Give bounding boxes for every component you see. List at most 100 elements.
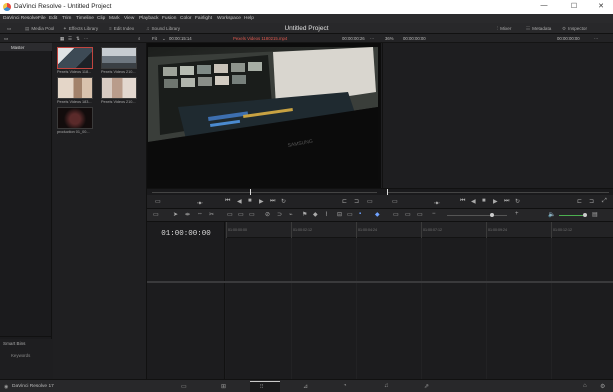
insert-clip-icon[interactable]: ▭ bbox=[227, 211, 233, 218]
source-scrub-bar[interactable] bbox=[152, 192, 377, 193]
volume-slider-handle[interactable] bbox=[583, 213, 587, 217]
menu-fairlight[interactable]: Fairlight bbox=[195, 16, 212, 21]
reset-icon[interactable]: ▭ bbox=[347, 211, 353, 218]
bin-master[interactable]: Master bbox=[0, 43, 52, 51]
fullscreen-icon[interactable]: ⤢ bbox=[602, 198, 607, 205]
jog-left-icon[interactable]: ‹◆› bbox=[197, 200, 203, 205]
menu-trim[interactable]: Trim bbox=[62, 16, 71, 21]
menu-davinci[interactable]: DaVinci Resolve bbox=[3, 16, 38, 21]
zoom-in-icon[interactable]: + bbox=[515, 211, 519, 217]
zoom-out-icon[interactable]: − bbox=[432, 211, 436, 217]
home-icon[interactable]: ⌂ bbox=[583, 383, 587, 389]
close-button[interactable]: ✕ bbox=[594, 2, 608, 12]
clip-item[interactable]: Pexels Videos 210... bbox=[101, 47, 137, 74]
in-out-icon[interactable]: ⊏ bbox=[342, 198, 347, 205]
flag-icon[interactable]: ⚑ bbox=[302, 211, 307, 218]
audio-edit-icon[interactable]: ⌇ bbox=[325, 211, 328, 218]
timeline-timecode[interactable]: 01:00:00:00 bbox=[147, 230, 225, 238]
menu-timeline[interactable]: Timeline bbox=[76, 16, 94, 21]
list-view-icon[interactable]: ☰ bbox=[68, 36, 72, 42]
menu-view[interactable]: View bbox=[124, 16, 134, 21]
rec-match-frame-icon[interactable]: ⊐ bbox=[589, 198, 594, 205]
maximize-button[interactable]: ☐ bbox=[567, 2, 581, 12]
menu-color[interactable]: Color bbox=[180, 16, 191, 21]
edit-page-tab[interactable]: ⫶⫶ bbox=[250, 381, 280, 392]
audio-meter-icon[interactable]: ▤ bbox=[592, 211, 598, 218]
rec-play-icon[interactable]: ▶ bbox=[493, 198, 498, 205]
volume-slider[interactable] bbox=[559, 215, 583, 216]
menu-edit[interactable]: Edit bbox=[49, 16, 57, 21]
trim-tool-icon[interactable]: ⇹ bbox=[185, 211, 190, 218]
position-lock-icon[interactable]: ⌁ bbox=[289, 211, 293, 218]
blue-marker-icon[interactable]: ◆ bbox=[375, 211, 380, 218]
clip-item[interactable]: production 01_00... bbox=[57, 107, 93, 134]
play-icon[interactable]: ▶ bbox=[259, 198, 264, 205]
zoom-slider[interactable] bbox=[447, 215, 507, 216]
menu-workspace[interactable]: Workspace bbox=[217, 16, 241, 21]
timeline-viewer[interactable] bbox=[382, 43, 613, 188]
replace-clip-icon[interactable]: ▭ bbox=[249, 211, 255, 218]
clip-item[interactable]: Pexels Videos 183... bbox=[57, 77, 93, 104]
loop-icon[interactable]: ↻ bbox=[281, 198, 286, 205]
link-icon[interactable]: ⊘ bbox=[265, 211, 270, 218]
bin-keywords[interactable]: Keywords bbox=[11, 353, 30, 358]
last-frame-icon[interactable]: ⏭ bbox=[270, 198, 275, 205]
source-clip-name[interactable]: Pexels Videos 1180215.mp4 bbox=[233, 36, 287, 41]
clip-item[interactable]: Pexels Videos 118... bbox=[57, 47, 93, 74]
mixer-button[interactable]: ⫶ Mixer bbox=[497, 26, 511, 31]
menu-file[interactable]: File bbox=[38, 16, 46, 21]
source-options-icon[interactable]: ··· bbox=[370, 36, 374, 41]
rec-first-frame-icon[interactable]: ⏮ bbox=[460, 198, 465, 205]
bin-list-toggle-icon[interactable]: ▭ bbox=[4, 36, 8, 42]
search-icon[interactable]: ⌕ bbox=[138, 36, 140, 41]
settings-icon[interactable]: ⚙ bbox=[600, 383, 605, 390]
timeline-area[interactable]: 01:00:00:00 01:00:02:12 01:00:04:24 01:0… bbox=[226, 222, 613, 388]
thumbnail-view-icon[interactable]: ▦ bbox=[60, 36, 64, 42]
menu-playback[interactable]: Playback bbox=[139, 16, 158, 21]
blue-flag-icon[interactable]: ▪ bbox=[359, 211, 361, 217]
blade-tool-icon[interactable]: ✂ bbox=[209, 211, 214, 218]
menu-clip[interactable]: Clip bbox=[97, 16, 105, 21]
viewer-mode-icon[interactable]: ▭ bbox=[392, 198, 398, 205]
record-options-icon[interactable]: ··· bbox=[594, 36, 598, 41]
inspector-button[interactable]: ⚙ Inspector bbox=[562, 26, 587, 32]
source-monitor-icon[interactable]: ▭ bbox=[367, 198, 373, 205]
first-frame-icon[interactable]: ⏮ bbox=[225, 198, 230, 205]
rec-loop-icon[interactable]: ↻ bbox=[515, 198, 520, 205]
menu-mark[interactable]: Mark bbox=[109, 16, 120, 21]
cut-page-icon[interactable]: ⊞ bbox=[221, 383, 226, 390]
fairlight-page-icon[interactable]: ♫ bbox=[384, 383, 389, 389]
deliver-page-icon[interactable]: ⇗ bbox=[424, 383, 429, 390]
zoom-custom-icon[interactable]: ▭ bbox=[417, 211, 423, 218]
zoom-detail-icon[interactable]: ▭ bbox=[405, 211, 411, 218]
overwrite-clip-icon[interactable]: ▭ bbox=[238, 211, 244, 218]
dynamic-trim-icon[interactable]: ⇔ bbox=[197, 211, 203, 217]
timeline-view-icon[interactable]: ▭ bbox=[153, 211, 159, 218]
chevron-down-icon[interactable]: ⌄ bbox=[162, 36, 166, 42]
more-options-icon[interactable]: ··· bbox=[84, 36, 88, 41]
media-page-icon[interactable]: ▭ bbox=[181, 383, 187, 390]
metadata-button[interactable]: ☷ Metadata bbox=[526, 26, 551, 32]
rec-stop-icon[interactable]: ■ bbox=[482, 198, 486, 204]
jog-right-icon[interactable]: ‹◆› bbox=[434, 200, 440, 205]
clip-item[interactable]: Pexels Videos 210... bbox=[101, 77, 137, 104]
speaker-icon[interactable]: 🔈 bbox=[548, 211, 555, 218]
timeline-ruler[interactable]: 01:00:00:00 01:00:02:12 01:00:04:24 01:0… bbox=[226, 222, 613, 238]
color-page-icon[interactable]: ◔ bbox=[343, 383, 347, 389]
source-zoom[interactable]: Fit bbox=[152, 36, 157, 41]
minimize-button[interactable]: — bbox=[537, 2, 551, 12]
clip-view-icon[interactable]: ▭ bbox=[155, 198, 161, 205]
zoom-full-icon[interactable]: ▭ bbox=[393, 211, 399, 218]
marker-icon[interactable]: ◆ bbox=[313, 211, 318, 218]
stop-icon[interactable]: ■ bbox=[248, 198, 252, 204]
menu-help[interactable]: Help bbox=[244, 16, 254, 21]
snapping-icon[interactable]: ⊃ bbox=[277, 211, 282, 218]
fusion-page-icon[interactable]: ⊿ bbox=[303, 383, 308, 390]
rec-in-out-icon[interactable]: ⊏ bbox=[577, 198, 582, 205]
sort-icon[interactable]: ⇅ bbox=[76, 36, 80, 42]
lock-icon[interactable]: ⊟ bbox=[337, 211, 342, 218]
video-audio-divider[interactable] bbox=[147, 281, 613, 283]
reverse-icon[interactable]: ◀ bbox=[237, 198, 242, 205]
rec-last-frame-icon[interactable]: ⏭ bbox=[504, 198, 509, 205]
match-frame-icon[interactable]: ⊐ bbox=[354, 198, 359, 205]
